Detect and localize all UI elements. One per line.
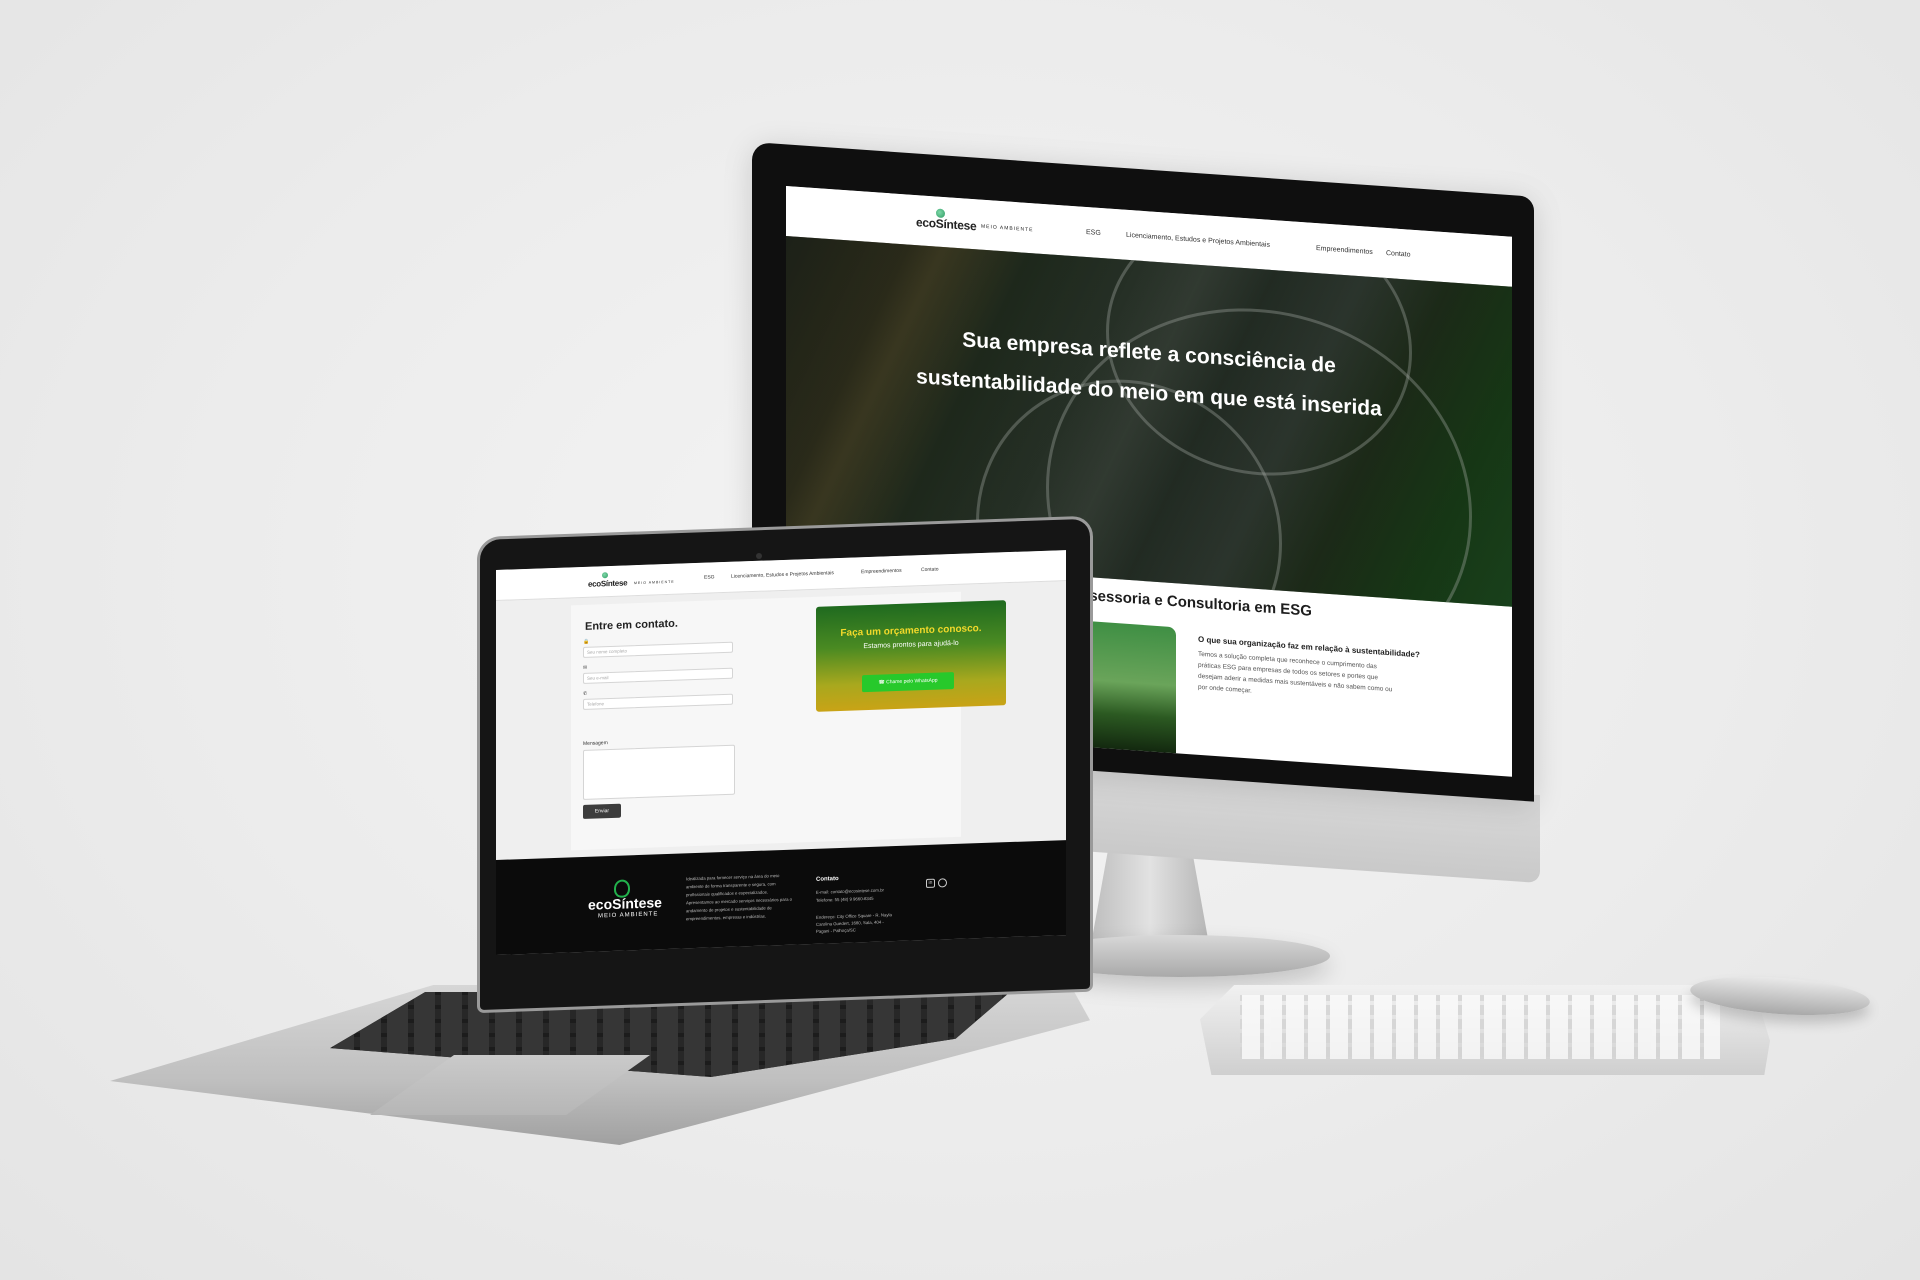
laptop-camera [756, 553, 762, 559]
logo-leaf-icon [602, 572, 608, 579]
desktop-nav-esg[interactable]: ESG [1086, 229, 1101, 237]
contact-form-title: Entre em contato. [585, 617, 678, 633]
footer-logo[interactable]: ecoSíntese [588, 894, 662, 913]
whatsapp-button-label: Chame pelo WhatsApp [886, 677, 938, 686]
laptop-nav-empreendimentos[interactable]: Empreendimentos [861, 568, 902, 575]
footer-phone[interactable]: Telefone: 55 (48) 9 9660-8345 [816, 894, 884, 904]
footer-logo-sub: MEIO AMBIENTE [598, 911, 659, 920]
footer-address: Endereço: City Office Square - R. Nayla … [816, 912, 892, 934]
laptop-logo[interactable]: ecoSíntese [588, 578, 627, 588]
whatsapp-icon: ☎ [878, 679, 885, 686]
desktop-nav-contato[interactable]: Contato [1386, 250, 1411, 259]
desktop-logo-sub: MEIO AMBIENTE [981, 223, 1034, 234]
email-input[interactable]: Seu e-mail [583, 667, 733, 684]
site-footer: ecoSíntese MEIO AMBIENTE Idealizada para… [496, 840, 1066, 955]
desktop-nav-licenciamento[interactable]: Licenciamento, Estudos e Projetos Ambien… [1126, 232, 1270, 249]
desktop-nav-empreendimentos[interactable]: Empreendimentos [1316, 245, 1373, 256]
name-input[interactable]: Seu nome completo [583, 641, 733, 658]
linkedin-icon[interactable]: in [926, 878, 935, 888]
laptop-nav-contato[interactable]: Contato [921, 567, 939, 574]
footer-about-text: Idealizada para fornecer serviço na área… [686, 873, 793, 922]
wireless-keyboard [1200, 985, 1770, 1075]
laptop-logo-sub: MEIO AMBIENTE [634, 579, 675, 586]
laptop-nav-esg[interactable]: ESG [704, 574, 715, 580]
phone-input[interactable]: Telefone [583, 693, 733, 710]
cta-title: Faça um orçamento conosco. [840, 623, 982, 639]
laptop-screen: ecoSíntese MEIO AMBIENTE ESG Licenciamen… [496, 550, 1066, 955]
instagram-icon[interactable] [938, 878, 947, 888]
email-icon: ✉ [583, 664, 588, 671]
footer-contact-heading: Contato [816, 876, 839, 883]
send-button[interactable]: Enviar [583, 803, 621, 819]
keyboard-keys [1240, 995, 1720, 1059]
message-label: Mensagem [583, 740, 608, 747]
esg-section-image: e [1086, 620, 1176, 758]
quote-cta-card: Faça um orçamento conosco. Estamos pront… [816, 600, 1006, 712]
esg-section-title: ssessoria e Consultoria em ESG [1081, 586, 1312, 620]
esg-question-body: Temos a solução completa que reconhece o… [1198, 650, 1393, 695]
footer-contact-info: E-mail: contato@ecosintese.com.br Telefo… [816, 886, 884, 904]
desktop-logo[interactable]: ecoSíntese [916, 215, 976, 233]
phone-icon: ✆ [583, 690, 588, 697]
laptop-nav-licenciamento[interactable]: Licenciamento, Estudos e Projetos Ambien… [731, 570, 834, 580]
contact-section: Entre em contato. 🔒 Seu nome completo ✉ … [571, 591, 1006, 851]
user-icon: 🔒 [583, 638, 590, 645]
whatsapp-button[interactable]: ☎ Chame pelo WhatsApp [862, 672, 954, 693]
cta-subtitle: Estamos prontos para ajudá-lo [863, 639, 959, 651]
message-textarea[interactable] [583, 744, 735, 800]
